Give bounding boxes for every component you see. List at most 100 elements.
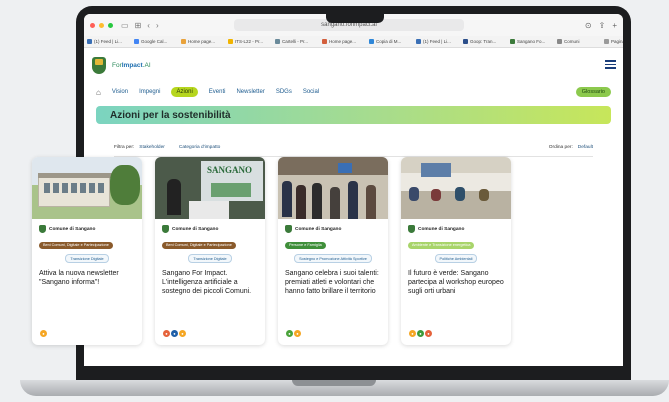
sort-select[interactable]: Default: [578, 145, 593, 150]
card-organization: Comune di Sangano: [39, 225, 135, 233]
tab-groups-icon[interactable]: ⊞: [135, 21, 142, 30]
maximize-window-button[interactable]: [108, 22, 113, 28]
town-hall-photo[interactable]: [32, 157, 142, 219]
bookmark-favicon-icon: [181, 39, 186, 44]
glossary-button[interactable]: Glossario: [575, 87, 611, 97]
hamburger-menu-icon[interactable]: [605, 60, 616, 69]
new-tab-icon[interactable]: +: [612, 21, 617, 30]
laptop-chin: [76, 366, 631, 380]
sdg-goal-icon[interactable]: ●: [39, 329, 48, 338]
stakeholder-tag[interactable]: Ambiente e Transizione energetica: [408, 241, 475, 249]
impact-category-tag[interactable]: Transizione Digitale: [65, 254, 109, 263]
bookmark-item[interactable]: Sangano Fo...: [510, 39, 554, 44]
bookmark-favicon-icon: [557, 39, 562, 44]
back-arrow-icon[interactable]: ‹: [147, 21, 150, 30]
bookmark-item[interactable]: Google Cal...: [134, 39, 178, 44]
minimize-window-button[interactable]: [99, 22, 104, 28]
card-title[interactable]: Sangano celebra i suoi talenti: premiati…: [285, 269, 381, 296]
nav-item-azioni[interactable]: Azioni: [171, 87, 198, 97]
site-header: ForImpact.AI: [84, 48, 623, 82]
impact-category-tag[interactable]: Politiche Ambientali: [434, 254, 478, 263]
sdg-goal-icon[interactable]: ●: [178, 329, 187, 338]
sdg-icons: ● ● ●: [408, 329, 433, 338]
forward-arrow-icon[interactable]: ›: [156, 21, 159, 30]
awards-ceremony-photo[interactable]: [278, 157, 388, 219]
category-filter[interactable]: Categoria d'impatto: [179, 145, 220, 150]
brand-prefix: For: [112, 61, 122, 69]
municipality-crest-logo[interactable]: [92, 56, 106, 74]
nav-item-impegni[interactable]: Impegni: [139, 89, 160, 95]
nav-item-social[interactable]: Social: [303, 89, 319, 95]
impact-category-tag[interactable]: Sostegno e Promozione Attività Sportive: [294, 254, 372, 263]
bookmark-item[interactable]: Cartelli - Pr...: [275, 39, 319, 44]
sidebar-icon[interactable]: ▭: [121, 21, 129, 30]
bookmark-favicon-icon: [87, 39, 92, 44]
sdg-goal-icon[interactable]: ●: [424, 329, 433, 338]
bookmark-favicon-icon: [463, 39, 468, 44]
nav-item-newsletter[interactable]: Newsletter: [236, 89, 264, 95]
brand-main: Impact: [121, 61, 143, 69]
bookmark-item[interactable]: (1) Feed | Li...: [416, 39, 460, 44]
actions-grid: Comune di Sangano Beni Comuni, Digitale e…: [32, 157, 511, 345]
action-card[interactable]: Comune di Sangano Ambiente e Transizione …: [401, 157, 511, 345]
main-nav: ⌂ Vision Impegni Azioni Eventi Newsletter SDG…: [84, 82, 623, 102]
bookmark-favicon-icon: [510, 39, 515, 44]
sort-label: Ordina per:: [548, 144, 573, 150]
brand-suffix: .AI: [142, 61, 151, 69]
municipality-crest-icon: [408, 225, 415, 233]
organization-name: Comune di Sangano: [172, 226, 219, 232]
card-title[interactable]: Attiva la nuova newsletter "Sangano info…: [39, 269, 135, 287]
stakeholder-tag[interactable]: Beni Comuni, Digitale e Partecipazione: [162, 241, 236, 249]
page-title: Azioni per la sostenibilità: [110, 109, 231, 121]
bookmark-favicon-icon: [322, 39, 327, 44]
bookmark-item[interactable]: Home page...: [322, 39, 366, 44]
bookmark-item[interactable]: ITS-L22 - Pr...: [228, 39, 272, 44]
bookmark-item[interactable]: Goop: Tran...: [463, 39, 507, 44]
stakeholder-tag[interactable]: Beni Comuni, Digitale e Partecipazione: [39, 241, 113, 249]
nav-item-sdgs[interactable]: SDGs: [276, 89, 292, 95]
presentation-photo[interactable]: SANGANO: [155, 157, 265, 219]
card-title[interactable]: Sangano For Impact. L'intelligenza artif…: [162, 269, 258, 296]
action-card[interactable]: SANGANO Comune di Sangano Beni Comuni, Dig…: [155, 157, 265, 345]
bookmarks-bar: (1) Feed | Li... Google Cal... Home page..…: [84, 36, 623, 48]
nav-item-eventi[interactable]: Eventi: [209, 89, 226, 95]
share-icon[interactable]: ⇪: [599, 21, 606, 30]
card-organization: Comune di Sangano: [408, 225, 504, 233]
page-banner: Azioni per la sostenibilità: [96, 106, 611, 124]
bookmark-label: Pagina d...: [611, 39, 623, 44]
bookmark-label: Cartelli - Pr...: [282, 39, 309, 44]
brand-logo[interactable]: ForImpact.AI: [112, 62, 151, 69]
nav-item-vision[interactable]: Vision: [112, 89, 128, 95]
card-title[interactable]: Il futuro è verde: Sangano partecipa al …: [408, 269, 504, 296]
close-window-button[interactable]: [90, 22, 95, 28]
stakeholder-tag[interactable]: Persone e Famiglia: [285, 241, 326, 249]
organization-name: Comune di Sangano: [49, 226, 96, 232]
bookmark-favicon-icon: [228, 39, 233, 44]
organization-name: Comune di Sangano: [295, 226, 342, 232]
bookmark-label: Google Cal...: [141, 39, 168, 44]
home-icon[interactable]: ⌂: [96, 88, 101, 97]
bookmark-item[interactable]: Comuni: [557, 39, 601, 44]
sdg-goal-icon[interactable]: ●: [293, 329, 302, 338]
bookmark-label: Home page...: [188, 39, 216, 44]
municipality-crest-icon: [39, 225, 46, 233]
bookmark-label: Goop: Tran...: [470, 39, 497, 44]
impact-category-tag[interactable]: Transizione Digitale: [188, 254, 232, 263]
municipality-crest-icon: [162, 225, 169, 233]
laptop-mockup: ▭ ⊞ ‹ › sangano.forimpact.ai ⊙ ⇪ + (1) F…: [0, 0, 669, 402]
action-card[interactable]: Comune di Sangano Beni Comuni, Digitale e…: [32, 157, 142, 345]
sdg-icons: ● ● ●: [162, 329, 187, 338]
laptop-base-notch: [292, 380, 376, 386]
bookmark-item[interactable]: Pagina d...: [604, 39, 623, 44]
download-icon[interactable]: ⊙: [585, 21, 592, 30]
bookmark-item[interactable]: Copia di M...: [369, 39, 413, 44]
bookmark-label: ITS-L22 - Pr...: [235, 39, 264, 44]
bookmark-item[interactable]: (1) Feed | Li...: [87, 39, 131, 44]
workshop-photo[interactable]: [401, 157, 511, 219]
bookmark-label: Home page...: [329, 39, 357, 44]
stakeholder-filter[interactable]: Stakeholder: [139, 145, 165, 150]
organization-name: Comune di Sangano: [418, 226, 465, 232]
bookmark-item[interactable]: Home page...: [181, 39, 225, 44]
action-card[interactable]: Comune di Sangano Persone e Famiglia Soste…: [278, 157, 388, 345]
bookmark-label: Copia di M...: [376, 39, 402, 44]
